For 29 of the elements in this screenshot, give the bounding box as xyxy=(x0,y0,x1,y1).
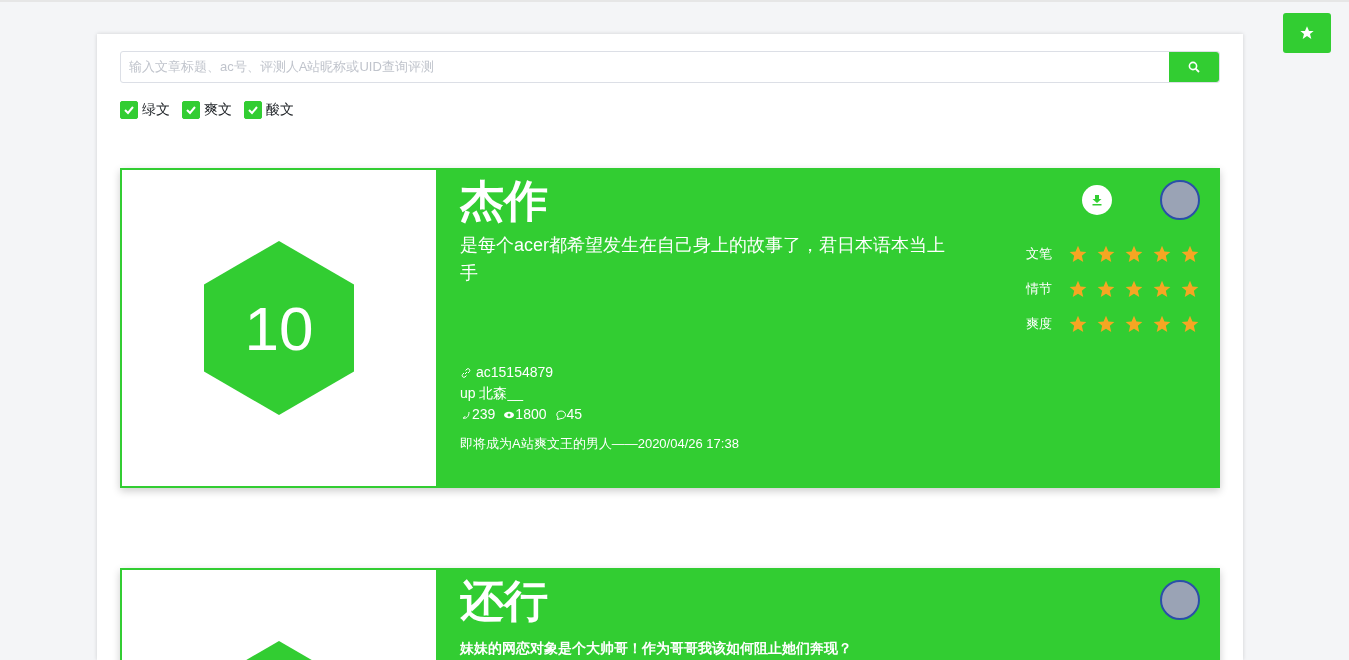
review-title: 杰作 xyxy=(460,176,549,227)
checkbox-label: 爽文 xyxy=(204,100,232,119)
review-footer: 即将成为A站爽文王的男人——2020/04/26 17:38 xyxy=(460,433,1000,454)
avatar xyxy=(1160,180,1200,220)
view-count: 1800 xyxy=(515,405,547,424)
review-summary: 是每个acer都希望发生在自己身上的故事了，君日本语本当上手 xyxy=(460,233,946,286)
checkbox[interactable] xyxy=(120,100,138,119)
search-icon xyxy=(1188,61,1200,73)
star-icon xyxy=(1299,25,1315,41)
uploader-name: up 北森__ xyxy=(460,384,525,403)
review-summary: 妹妹的网恋对象是个大帅哥！作为哥哥我该如何阻止她们奔现？ xyxy=(460,638,853,658)
article-id[interactable]: ac15154879 xyxy=(476,362,554,383)
rating-label: 爽度 xyxy=(1026,314,1052,333)
download-icon xyxy=(1091,194,1103,206)
like-count: 239 xyxy=(472,405,496,424)
checkbox[interactable] xyxy=(244,100,262,119)
download-button[interactable] xyxy=(1082,185,1112,215)
avatar xyxy=(1160,580,1200,620)
review-title: 还行 xyxy=(460,576,549,627)
checkbox-label: 绿文 xyxy=(142,100,170,119)
search-button[interactable] xyxy=(1169,52,1219,82)
checkbox-label: 酸文 xyxy=(266,100,294,119)
star-button[interactable] xyxy=(1283,13,1331,53)
rating-label: 情节 xyxy=(1026,279,1052,298)
comment-icon xyxy=(554,408,567,421)
link-icon xyxy=(460,366,472,379)
checkbox[interactable] xyxy=(182,100,200,119)
comment-count: 45 xyxy=(566,405,583,424)
rating-label: 文笔 xyxy=(1026,244,1052,263)
